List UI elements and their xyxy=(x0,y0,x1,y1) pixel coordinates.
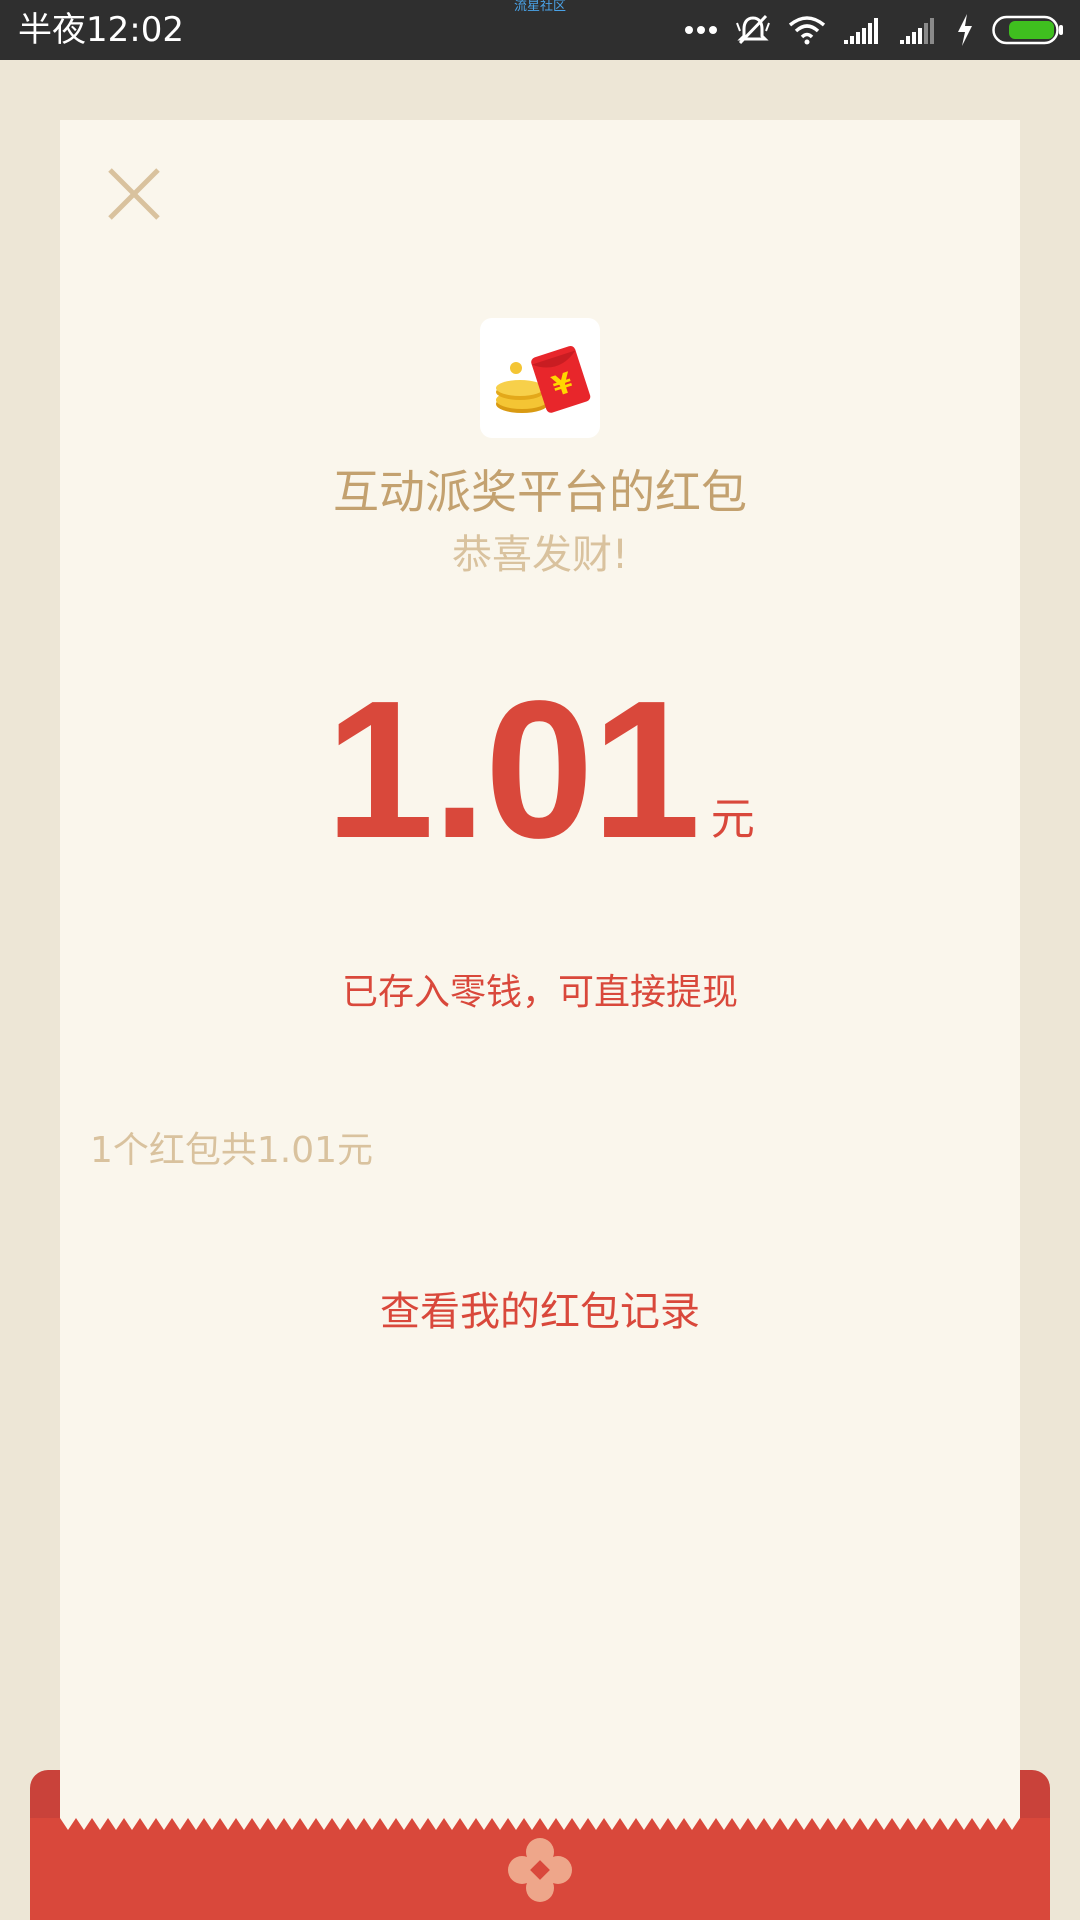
red-packet-coins-icon: ¥ xyxy=(496,345,591,413)
greeting-text: 恭喜发财! xyxy=(451,532,629,578)
status-icons xyxy=(684,10,1064,50)
close-icon xyxy=(108,168,160,220)
signal-2-icon xyxy=(900,16,938,44)
view-records-link[interactable]: 查看我的红包记录 xyxy=(60,1284,1020,1340)
amount-unit: 元 xyxy=(710,794,755,845)
amount-value: 1.01 xyxy=(325,660,700,879)
red-packet-detail-card: ¥ 互动派奖平台的红包 恭喜发财! 1.01 元 已存入零钱，可直接提现 1个红… xyxy=(60,120,1020,1830)
battery-icon xyxy=(992,15,1064,45)
envelope-zigzag-edge xyxy=(60,1818,1020,1830)
envelope-seal-icon xyxy=(508,1838,572,1902)
alarm-off-icon xyxy=(736,13,770,47)
stored-to-wallet-note: 已存入零钱，可直接提现 xyxy=(341,972,738,1013)
signal-1-icon xyxy=(844,16,882,44)
packet-summary: 1个红包共1.01元 xyxy=(90,1130,374,1171)
close-button[interactable] xyxy=(100,160,168,228)
status-time: 半夜12:02 xyxy=(18,10,184,50)
amount-display: 1.01 元 xyxy=(60,660,1020,879)
sender-logo: ¥ xyxy=(480,318,600,438)
wifi-icon xyxy=(788,15,826,45)
charging-icon xyxy=(956,14,974,46)
sender-name: 互动派奖平台的红包 xyxy=(333,465,747,519)
more-dots-icon xyxy=(684,25,718,35)
status-bar: 半夜12:02 流星社区 xyxy=(0,0,1080,60)
